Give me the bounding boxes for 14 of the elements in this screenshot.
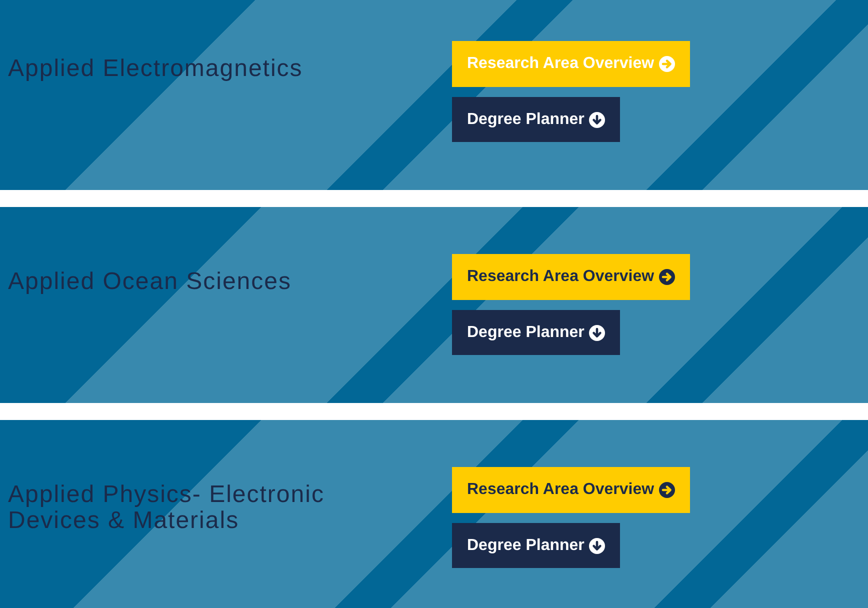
degree-planner-button[interactable]: Degree Planner — [452, 310, 620, 355]
arrow-right-circle-icon — [659, 482, 676, 498]
program-title: Applied Physics- Electronic Devices & Materials — [8, 482, 326, 534]
arrow-right-circle-icon — [659, 269, 676, 285]
research-area-overview-button[interactable]: Research Area Overview — [452, 467, 690, 513]
research-area-overview-button[interactable]: Research Area Overview — [452, 254, 690, 300]
arrow-down-circle-icon — [589, 112, 606, 128]
arrow-right-circle-icon — [659, 56, 676, 72]
arrow-down-circle-icon — [589, 538, 606, 554]
degree-planner-button[interactable]: Degree Planner — [452, 97, 620, 142]
degree-planner-button[interactable]: Degree Planner — [452, 523, 620, 568]
arrow-down-circle-icon — [589, 324, 606, 340]
program-title: Applied Electromagnetics — [8, 56, 304, 82]
program-title: Applied Ocean Sciences — [8, 269, 292, 295]
